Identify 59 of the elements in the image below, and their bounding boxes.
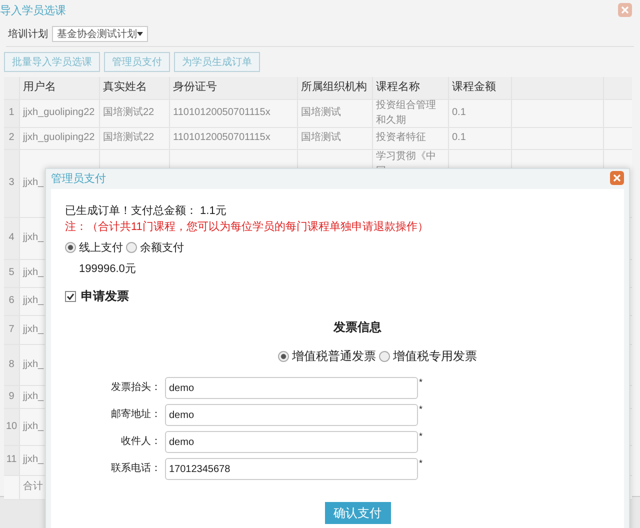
close-button[interactable] (618, 3, 632, 17)
field-label: 联系电话： (110, 462, 162, 476)
table-cell: 国培测试22 (100, 100, 170, 127)
row-number: 2 (4, 128, 20, 149)
check-icon (67, 293, 74, 300)
row-number: 6 (4, 288, 20, 315)
column-header: 用户名 (20, 77, 100, 99)
row-number: 5 (4, 260, 20, 287)
table-cell: 国培测试 (298, 100, 373, 127)
column-header: 身份证号 (170, 77, 298, 99)
radio-button[interactable] (379, 351, 390, 362)
table-cell: 国培测试22 (100, 128, 170, 149)
row-number: 11 (4, 446, 20, 475)
row-number: 1 (4, 100, 20, 127)
radio-button[interactable] (65, 242, 76, 253)
checkbox[interactable] (65, 291, 76, 302)
row-number: 4 (4, 218, 20, 259)
caret-icon (137, 32, 143, 36)
close-icon (613, 174, 621, 182)
radio-label: 余额支付 (140, 240, 184, 255)
required-mark: * (418, 458, 424, 468)
table-cell: 投资者特征 (373, 128, 449, 149)
field-label: 收件人： (120, 435, 162, 449)
row-number: 10 (4, 409, 20, 445)
radio-button[interactable] (126, 242, 137, 253)
column-header: 真实姓名 (100, 77, 170, 99)
row-number: 7 (4, 316, 20, 344)
table-cell: 国培测试 (298, 128, 373, 149)
column-header: 所属组织机构 (298, 77, 373, 99)
filter-label: 培训计划 (8, 28, 48, 41)
input-field[interactable]: 17012345678 (165, 458, 418, 480)
table-cell: 0.1 (449, 100, 512, 127)
close-button[interactable] (610, 171, 624, 185)
input-field[interactable]: demo (165, 377, 418, 399)
table-cell: 11010120050701115x (170, 100, 298, 127)
radio-button[interactable] (278, 351, 289, 362)
column-header: 课程金额 (449, 77, 512, 99)
required-mark: * (418, 431, 424, 441)
column-header: 课程名称 (373, 77, 449, 99)
table-cell: 0.1 (449, 128, 512, 149)
table-cell: jjxh_guoliping22 (20, 128, 100, 149)
field-label: 发票抬头： (110, 380, 162, 395)
table-cell: jjxh_guoliping22 (20, 100, 100, 127)
input-field[interactable]: demo (165, 431, 418, 453)
row-number: 9 (4, 386, 20, 408)
required-mark: * (418, 377, 424, 387)
close-icon (621, 6, 629, 14)
field-label: 邮寄地址： (110, 408, 162, 422)
input-field[interactable]: demo (165, 404, 418, 426)
radio-label: 增值税普通发票 (292, 348, 376, 365)
required-mark: * (418, 404, 424, 414)
plan-select[interactable]: 基金协会测试计划 (52, 26, 148, 42)
table-cell: 投资组合管理和久期 (373, 100, 449, 127)
radio-label: 增值税专用发票 (393, 348, 477, 365)
table-cell: 11010120050701115x (170, 128, 298, 149)
row-number: 8 (4, 345, 20, 385)
row-number: 3 (4, 150, 20, 217)
window-title: 导入学员选课 (0, 4, 66, 18)
section-heading: 发票信息 (334, 319, 382, 336)
